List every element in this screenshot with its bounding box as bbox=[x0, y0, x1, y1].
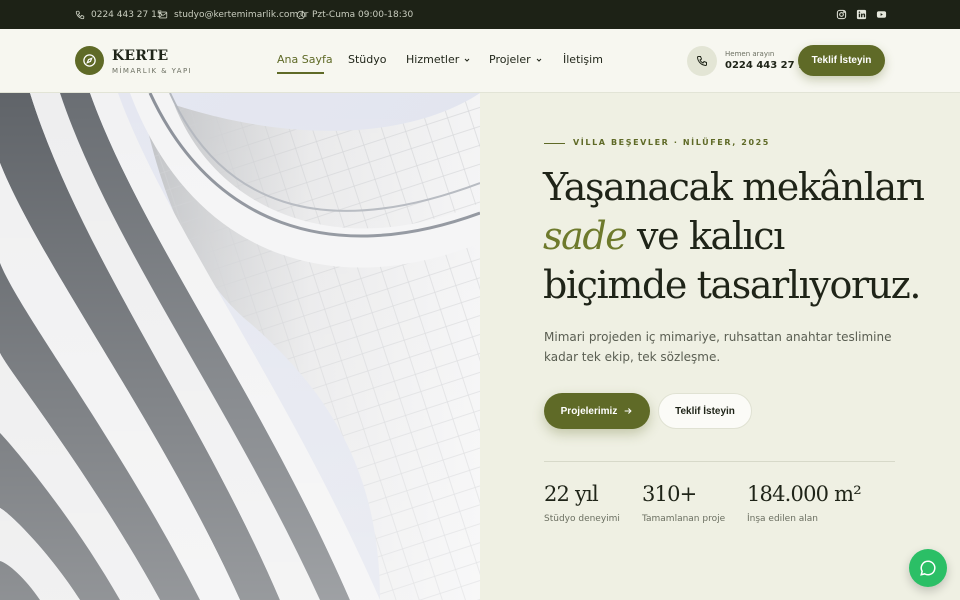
linkedin-icon bbox=[856, 9, 867, 20]
compass-icon bbox=[83, 54, 96, 67]
hero-quote-button[interactable]: Teklif İsteyin bbox=[658, 393, 752, 429]
topbar-hours-text: Pzt-Cuma 09:00-18:30 bbox=[312, 9, 414, 20]
linkedin-link[interactable] bbox=[856, 0, 867, 29]
youtube-link[interactable] bbox=[876, 0, 887, 29]
hero-image bbox=[0, 93, 480, 600]
logo-mark[interactable] bbox=[75, 46, 104, 75]
chevron-down-icon bbox=[536, 58, 541, 62]
clock-icon bbox=[296, 10, 306, 19]
hero-lead: Mimari projeden iç mimariye, ruhsattan a… bbox=[544, 330, 892, 364]
nav-home[interactable]: Ana Sayfa bbox=[277, 53, 333, 66]
mail-icon bbox=[158, 11, 168, 18]
top-bar: 0224 443 27 15 studyo@kertemimarlik.com.… bbox=[0, 0, 960, 29]
headline-line-3: biçimde tasarlıyoruz. bbox=[543, 263, 921, 307]
stat-value-area: 184.000 m² bbox=[747, 482, 862, 506]
nav-studio-label: Stüdyo bbox=[348, 53, 387, 66]
headline-line-2: sade ve kalıcı bbox=[543, 212, 923, 261]
youtube-icon bbox=[876, 11, 887, 18]
phone-icon bbox=[696, 56, 707, 67]
phone-icon bbox=[75, 10, 85, 19]
chevron-down-icon bbox=[464, 58, 470, 62]
stat-value-experience: 22 yıl bbox=[544, 482, 599, 506]
instagram-link[interactable] bbox=[836, 0, 847, 29]
topbar-email[interactable]: studyo@kertemimarlik.com.tr bbox=[158, 0, 308, 29]
main-header: KERTE MİMARLIK & YAPI Ana Sayfa Stüdyo H… bbox=[0, 29, 960, 93]
nav-contact-label: İletişim bbox=[563, 53, 603, 66]
stat-label-projects: Tamamlanan proje bbox=[642, 514, 726, 524]
nav-services[interactable]: Hizmetler bbox=[406, 53, 471, 66]
call-label: Hemen arayın bbox=[725, 50, 775, 58]
projects-button[interactable]: Projelerimiz bbox=[544, 393, 650, 429]
chat-bubble-icon bbox=[920, 560, 936, 576]
stats-divider bbox=[544, 461, 895, 462]
nav-projects[interactable]: Projeler bbox=[489, 53, 543, 66]
call-button[interactable] bbox=[687, 46, 717, 76]
topbar-hours: Pzt-Cuma 09:00-18:30 bbox=[296, 0, 413, 29]
instagram-icon bbox=[836, 9, 847, 20]
nav-services-label: Hizmetler bbox=[406, 53, 460, 66]
nav-studio[interactable]: Stüdyo bbox=[348, 53, 387, 66]
stat-label-experience: Stüdyo deneyimi bbox=[544, 514, 620, 524]
hero-eyebrow: VİLLA BEŞEVLER · NİLÜFER, 2025 bbox=[573, 138, 770, 147]
nav-home-label: Ana Sayfa bbox=[277, 53, 333, 66]
stat-value-projects: 310+ bbox=[642, 482, 697, 506]
nav-contact[interactable]: İletişim bbox=[563, 53, 603, 66]
logo-name[interactable]: KERTE bbox=[112, 48, 168, 64]
nav-active-indicator bbox=[277, 72, 324, 74]
header-quote-button[interactable]: Teklif İsteyin bbox=[798, 45, 885, 76]
projects-button-label: Projelerimiz bbox=[560, 405, 618, 417]
headline-line-1: Yaşanacak mekânları bbox=[543, 165, 925, 209]
logo-subtitle: MİMARLIK & YAPI bbox=[112, 67, 193, 75]
topbar-phone-text: 0224 443 27 15 bbox=[91, 9, 163, 20]
nav-projects-label: Projeler bbox=[489, 53, 531, 66]
topbar-email-text: studyo@kertemimarlik.com.tr bbox=[174, 9, 309, 20]
headline-line-2-rest: ve kalıcı bbox=[626, 214, 785, 258]
hero-headline: Yaşanacak mekânları sade ve kalıcı biçim… bbox=[543, 163, 925, 310]
stat-label-area: İnşa edilen alan bbox=[747, 514, 819, 524]
headline-accent: sade bbox=[543, 214, 628, 258]
topbar-phone[interactable]: 0224 443 27 15 bbox=[75, 0, 163, 29]
eyebrow-line bbox=[544, 143, 565, 144]
whatsapp-chat-button[interactable] bbox=[909, 549, 947, 587]
arrow-right-icon bbox=[625, 408, 632, 414]
